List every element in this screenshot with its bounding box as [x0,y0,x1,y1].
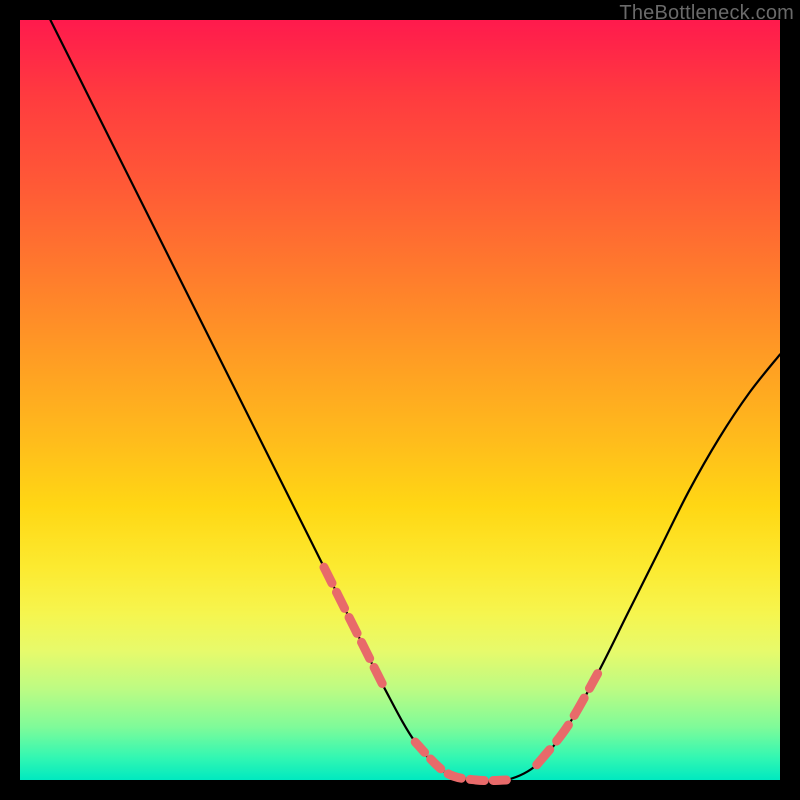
bottleneck-curve-path [50,20,780,781]
curve-svg [20,20,780,780]
highlight-dashes-left [324,567,385,689]
highlight-dashes-mid [415,742,506,781]
plot-area [20,20,780,780]
highlight-dashes-right [537,674,598,765]
chart-frame: TheBottleneck.com [0,0,800,800]
